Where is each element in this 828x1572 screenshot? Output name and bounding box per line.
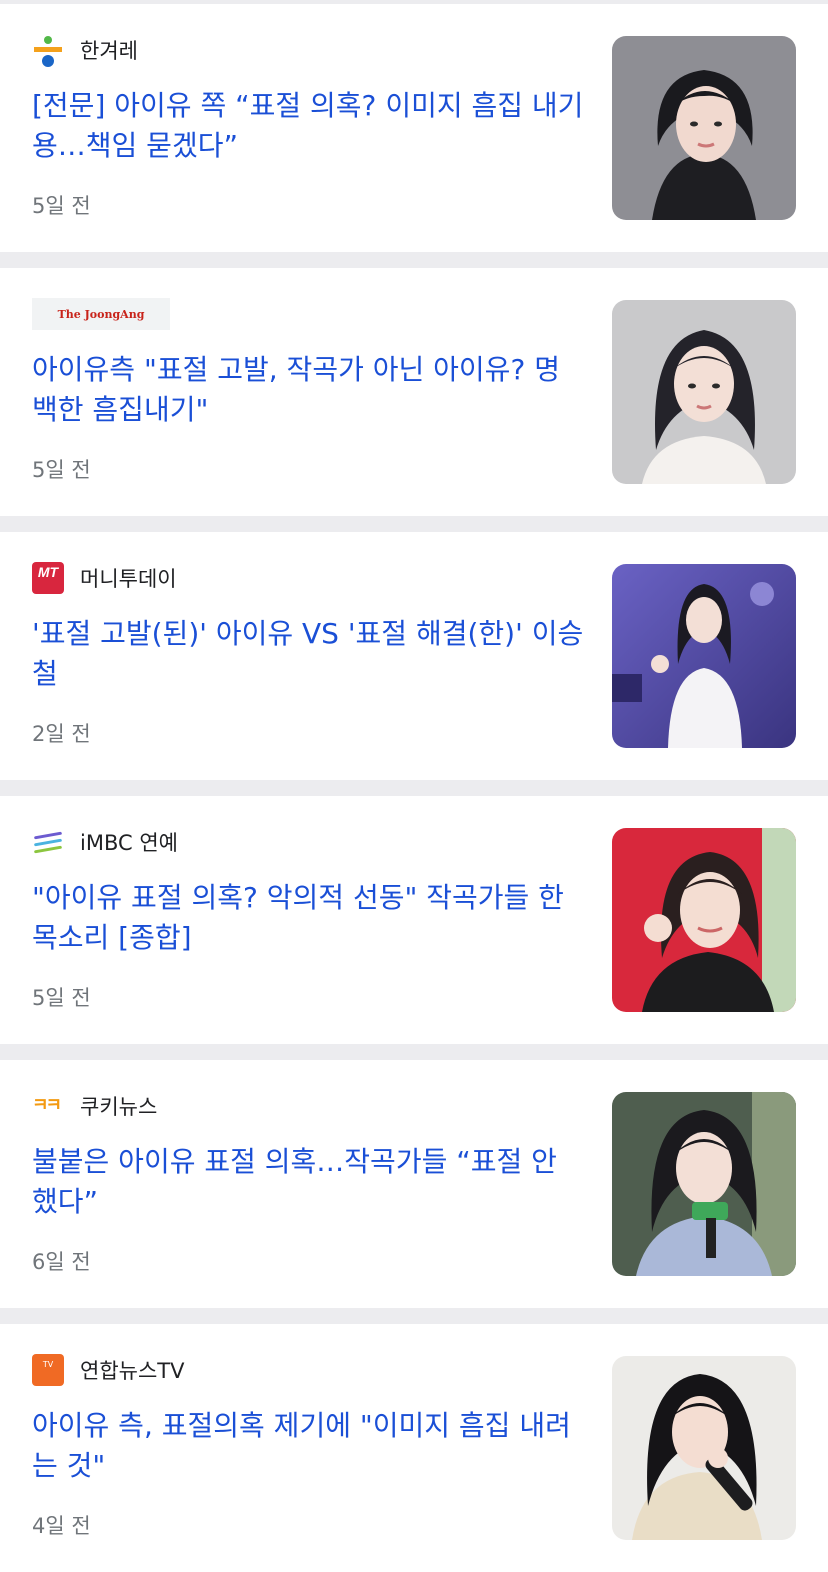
headline-link[interactable]: 아이유 측, 표절의혹 제기에 "이미지 흠집 내려는 것" (32, 1406, 584, 1486)
source-row: MT 머니투데이 (32, 562, 177, 594)
source-row: iMBC 연예 (32, 827, 178, 857)
moneytoday-logo-icon: MT (32, 562, 64, 594)
headline-link[interactable]: 아이유측 "표절 고발, 작곡가 아닌 아이유? 명백한 흠집내기" (32, 350, 584, 430)
thumbnail-image[interactable] (612, 828, 796, 1012)
hankyoreh-logo-icon (32, 34, 64, 67)
timestamp: 2일 전 (32, 722, 91, 746)
timestamp: 5일 전 (32, 194, 91, 218)
news-card[interactable]: TV 연합뉴스TV 아이유 측, 표절의혹 제기에 "이미지 흠집 내려는 것"… (0, 1324, 828, 1572)
moneytoday-logo-text: MT (37, 564, 59, 580)
source-row: TV 연합뉴스TV (32, 1354, 185, 1386)
news-card[interactable]: 한겨레 [전문] 아이유 쪽 “표절 의혹? 이미지 흠집 내기용…책임 묻겠다… (0, 4, 828, 252)
headline-link[interactable]: '표절 고발(된)' 아이유 VS '표절 해결(한)' 이승철 (32, 614, 584, 694)
source-row: The JoongAng (32, 298, 170, 330)
timestamp: 6일 전 (32, 1250, 91, 1274)
source-row: ㅋㅋ 쿠키뉴스 (32, 1091, 157, 1121)
headline-link[interactable]: [전문] 아이유 쪽 “표절 의혹? 이미지 흠집 내기용…책임 묻겠다” (32, 86, 584, 166)
news-card[interactable]: MT 머니투데이 '표절 고발(된)' 아이유 VS '표절 해결(한)' 이승… (0, 532, 828, 780)
news-card[interactable]: The JoongAng 아이유측 "표절 고발, 작곡가 아닌 아이유? 명백… (0, 268, 828, 516)
source-name: 한겨레 (80, 39, 138, 63)
source-row: 한겨레 (32, 34, 138, 67)
news-card[interactable]: iMBC 연예 "아이유 표절 의혹? 악의적 선동" 작곡가들 한 목소리 [… (0, 796, 828, 1044)
yonhapnewstv-logo-icon: TV (32, 1354, 64, 1386)
source-name: 쿠키뉴스 (80, 1095, 158, 1119)
news-card[interactable]: ㅋㅋ 쿠키뉴스 불붙은 아이유 표절 의혹…작곡가들 “표절 안 했다” 6일 … (0, 1060, 828, 1308)
timestamp: 4일 전 (32, 1514, 91, 1538)
headline-link[interactable]: 불붙은 아이유 표절 의혹…작곡가들 “표절 안 했다” (32, 1142, 584, 1222)
kukinews-logo-icon: ㅋㅋ (32, 1095, 62, 1116)
timestamp: 5일 전 (32, 986, 91, 1010)
source-name: 머니투데이 (80, 567, 177, 591)
thumbnail-image[interactable] (612, 564, 796, 748)
imbc-logo-icon (32, 826, 64, 858)
thumbnail-image[interactable] (612, 36, 796, 220)
headline-link[interactable]: "아이유 표절 의혹? 악의적 선동" 작곡가들 한 목소리 [종합] (32, 878, 584, 958)
source-name: iMBC 연예 (80, 831, 178, 855)
timestamp: 5일 전 (32, 458, 91, 482)
source-name: 연합뉴스TV (80, 1359, 185, 1383)
thumbnail-image[interactable] (612, 1092, 796, 1276)
thumbnail-image[interactable] (612, 300, 796, 484)
thumbnail-image[interactable] (612, 1356, 796, 1540)
joongang-logo-icon: The JoongAng (32, 298, 170, 330)
